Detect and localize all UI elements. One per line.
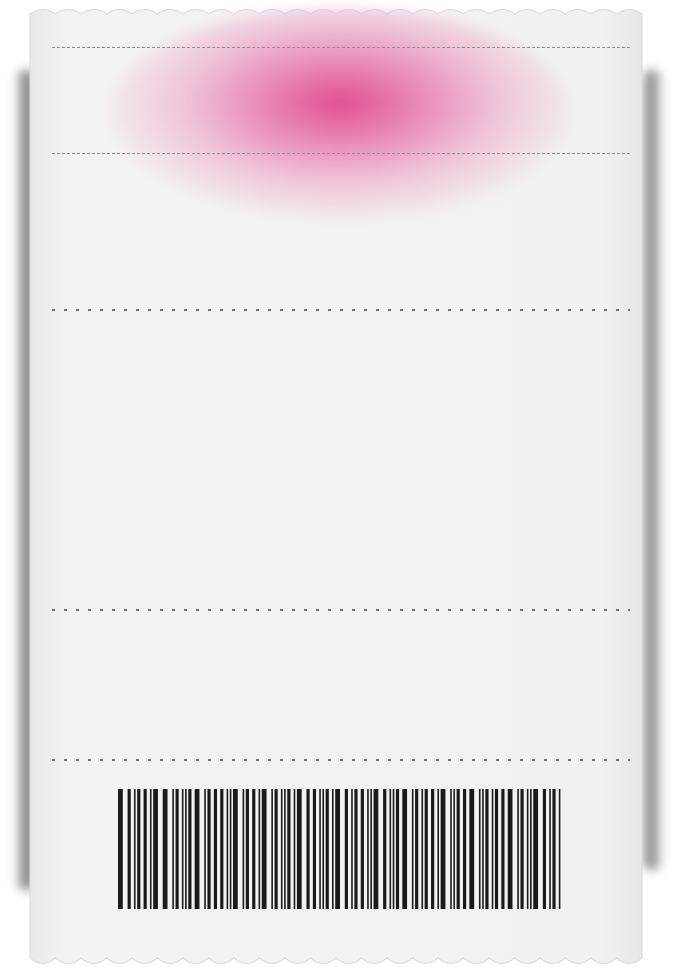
- barcode-bar: [335, 789, 340, 909]
- dotted-rule-section-2: [52, 609, 630, 611]
- barcode-bar: [373, 789, 379, 909]
- dotted-rule-section-3: [52, 759, 630, 761]
- barcode-bar: [549, 789, 551, 909]
- barcode-bar: [424, 789, 428, 909]
- barcode-bar: [213, 789, 218, 909]
- barcode-bar: [325, 789, 329, 909]
- barcode-bar: [482, 789, 484, 909]
- barcode-bar: [421, 789, 424, 909]
- barcode-bar: [185, 789, 187, 909]
- barcode-bar: [501, 789, 505, 909]
- barcode-bar: [520, 789, 524, 909]
- barcode-bar: [296, 789, 302, 909]
- dashed-rule-header: [52, 153, 630, 154]
- ticket-stage: [0, 0, 680, 980]
- barcode-bar: [389, 789, 392, 909]
- barcode-bar: [242, 789, 245, 909]
- barcode-bar: [207, 789, 211, 909]
- barcode-bar: [542, 789, 547, 909]
- barcode-bar: [395, 789, 400, 909]
- pink-glow: [110, 8, 570, 218]
- barcode-bar: [526, 789, 529, 909]
- barcode-bar: [261, 789, 267, 909]
- barcode-bar: [220, 789, 224, 909]
- barcode-bar: [245, 789, 249, 909]
- barcode-bar: [411, 789, 414, 909]
- barcode-bar: [450, 789, 452, 909]
- barcode-bar: [306, 789, 310, 909]
- barcode-bar: [162, 789, 168, 909]
- barcode-bar: [367, 789, 369, 909]
- barcode-bar: [507, 789, 513, 909]
- barcode-bar: [469, 789, 475, 909]
- barcode-bar: [258, 789, 261, 909]
- barcode-bar: [172, 789, 174, 909]
- barcode-bar: [284, 789, 286, 909]
- barcode-bar: [533, 789, 539, 909]
- dashed-rule-top: [52, 47, 630, 48]
- barcode-bar: [392, 789, 395, 909]
- barcode-bar: [229, 789, 232, 909]
- barcode-bar: [440, 789, 446, 909]
- barcode-bar: [415, 789, 419, 909]
- barcode-bar: [293, 789, 296, 909]
- barcode-bar: [127, 789, 131, 909]
- barcode-bar: [332, 789, 334, 909]
- barcode-bar: [143, 789, 147, 909]
- barcode-bar: [319, 789, 321, 909]
- barcode-bar: [274, 789, 278, 909]
- barcode-bar: [360, 789, 364, 909]
- barcode-bar: [312, 789, 317, 909]
- barcode-bar: [491, 789, 494, 909]
- barcode-bar: [271, 789, 273, 909]
- barcode-bar: [552, 789, 556, 909]
- barcode-bar: [478, 789, 481, 909]
- barcode-bar: [226, 789, 229, 909]
- dotted-rule-section-1: [52, 309, 630, 311]
- barcode-bar: [322, 789, 325, 909]
- barcode-bar: [456, 789, 460, 909]
- barcode-bar: [280, 789, 283, 909]
- barcode-bar: [530, 789, 532, 909]
- barcode-bar: [558, 789, 561, 909]
- barcode-bar: [153, 789, 158, 909]
- barcode-bar: [351, 789, 353, 909]
- barcode-bar: [402, 789, 408, 909]
- barcode-bar: [344, 789, 348, 909]
- barcode-bar: [354, 789, 358, 909]
- barcode-bar: [181, 789, 184, 909]
- barcode-bar: [149, 789, 152, 909]
- barcode-bar: [287, 789, 291, 909]
- barcode-bar: [188, 789, 192, 909]
- barcode-bar: [462, 789, 467, 909]
- barcode-bar: [194, 789, 200, 909]
- barcode-bar: [118, 789, 123, 909]
- barcode-bar: [137, 789, 141, 909]
- barcode-bar: [485, 789, 489, 909]
- barcode-bar: [252, 789, 256, 909]
- barcode-bar: [232, 789, 238, 909]
- barcode-bar: [204, 789, 206, 909]
- barcode-bar: [370, 789, 372, 909]
- barcode-bar: [175, 789, 179, 909]
- barcode: [118, 789, 561, 909]
- barcode-bar: [517, 789, 519, 909]
- barcode-bar: [453, 789, 455, 909]
- barcode-bar: [133, 789, 136, 909]
- barcode-bar: [431, 789, 435, 909]
- barcode-bar: [383, 789, 387, 909]
- barcode-bar: [494, 789, 499, 909]
- barcode-bar: [437, 789, 440, 909]
